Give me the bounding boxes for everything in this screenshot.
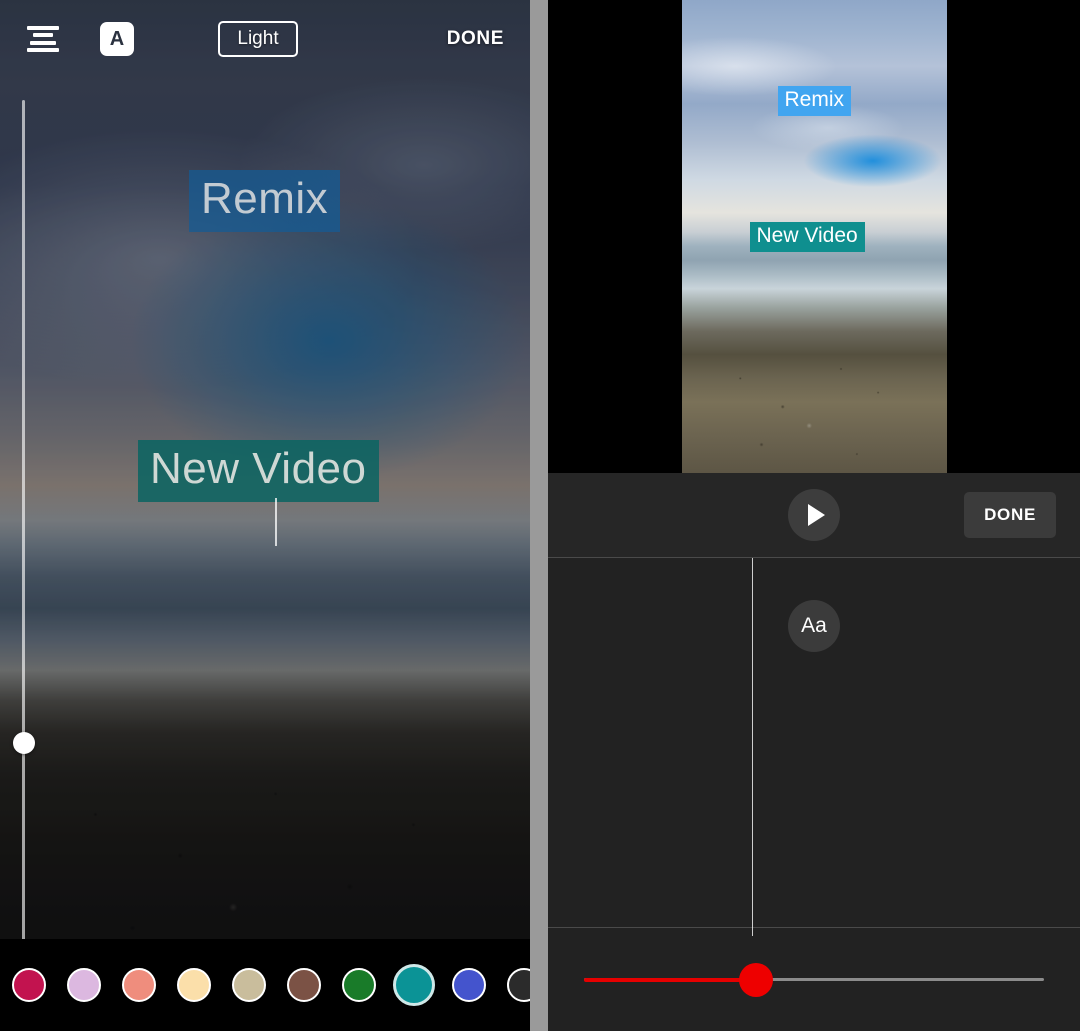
- text-size-slider-track: [22, 100, 25, 949]
- text-editor-toolbar: A Light DONE: [0, 0, 530, 78]
- timeline-editor-panel: Remix New Video DONE Aa Remix: [548, 0, 1080, 1031]
- text-style-light-label: Light: [237, 28, 278, 50]
- canvas-text-new-video-label: New Video: [150, 444, 367, 493]
- text-size-slider-knob[interactable]: [13, 732, 35, 754]
- align-center-icon[interactable]: [26, 26, 60, 52]
- add-text-button[interactable]: Aa: [788, 600, 840, 652]
- video-preview-stage: Remix New Video: [548, 0, 1080, 473]
- done-label: DONE: [447, 28, 504, 49]
- playback-control-row: DONE: [548, 473, 1080, 558]
- text-style-light-button[interactable]: Light: [218, 21, 298, 57]
- color-swatch-black[interactable]: [507, 968, 530, 1002]
- timeline-tracks: Aa Remix Original Video New Video: [548, 558, 1080, 928]
- color-swatch-khaki[interactable]: [232, 968, 266, 1002]
- playhead[interactable]: [752, 558, 753, 936]
- timeline-done-button[interactable]: DONE: [964, 492, 1056, 538]
- preview-text-remix[interactable]: Remix: [778, 86, 852, 116]
- canvas-text-remix[interactable]: Remix: [189, 170, 340, 232]
- video-preview[interactable]: Remix New Video: [682, 0, 947, 473]
- video-remix-editor-screen: A Light DONE Remix New Video: [0, 0, 1080, 1031]
- preview-text-remix-label: Remix: [785, 88, 845, 111]
- font-button[interactable]: A: [100, 22, 134, 56]
- canvas-text-new-video[interactable]: New Video: [138, 440, 379, 502]
- align-line: [27, 48, 59, 52]
- play-icon: [808, 504, 825, 526]
- preview-text-new-video-label: New Video: [757, 224, 858, 247]
- align-line: [33, 33, 53, 37]
- color-swatch-teal[interactable]: [393, 964, 435, 1006]
- text-style-editor-panel: A Light DONE Remix New Video: [0, 0, 530, 1031]
- volume-slider-knob[interactable]: [739, 963, 773, 997]
- color-swatch-brown[interactable]: [287, 968, 321, 1002]
- align-line: [27, 26, 59, 30]
- color-swatch-salmon[interactable]: [122, 968, 156, 1002]
- add-text-label: Aa: [801, 614, 827, 638]
- volume-slider-fill: [584, 978, 756, 982]
- background-dim-overlay: [0, 0, 530, 1031]
- color-swatch-crimson[interactable]: [12, 968, 46, 1002]
- text-cursor-caret: [275, 498, 277, 546]
- panel-divider: [530, 0, 548, 1031]
- color-swatch-cream[interactable]: [177, 968, 211, 1002]
- color-swatch-blue[interactable]: [452, 968, 486, 1002]
- canvas-text-remix-label: Remix: [201, 174, 328, 223]
- play-button[interactable]: [788, 489, 840, 541]
- align-line: [30, 41, 56, 45]
- color-swatch-lavender[interactable]: [67, 968, 101, 1002]
- timeline-done-label: DONE: [984, 505, 1036, 524]
- done-button[interactable]: DONE: [447, 28, 504, 50]
- font-button-label: A: [110, 28, 124, 51]
- preview-text-new-video[interactable]: New Video: [750, 222, 865, 252]
- volume-slider[interactable]: [548, 928, 1080, 1031]
- color-swatch-green[interactable]: [342, 968, 376, 1002]
- color-swatch-bar: [0, 939, 530, 1031]
- text-size-slider[interactable]: [16, 100, 32, 949]
